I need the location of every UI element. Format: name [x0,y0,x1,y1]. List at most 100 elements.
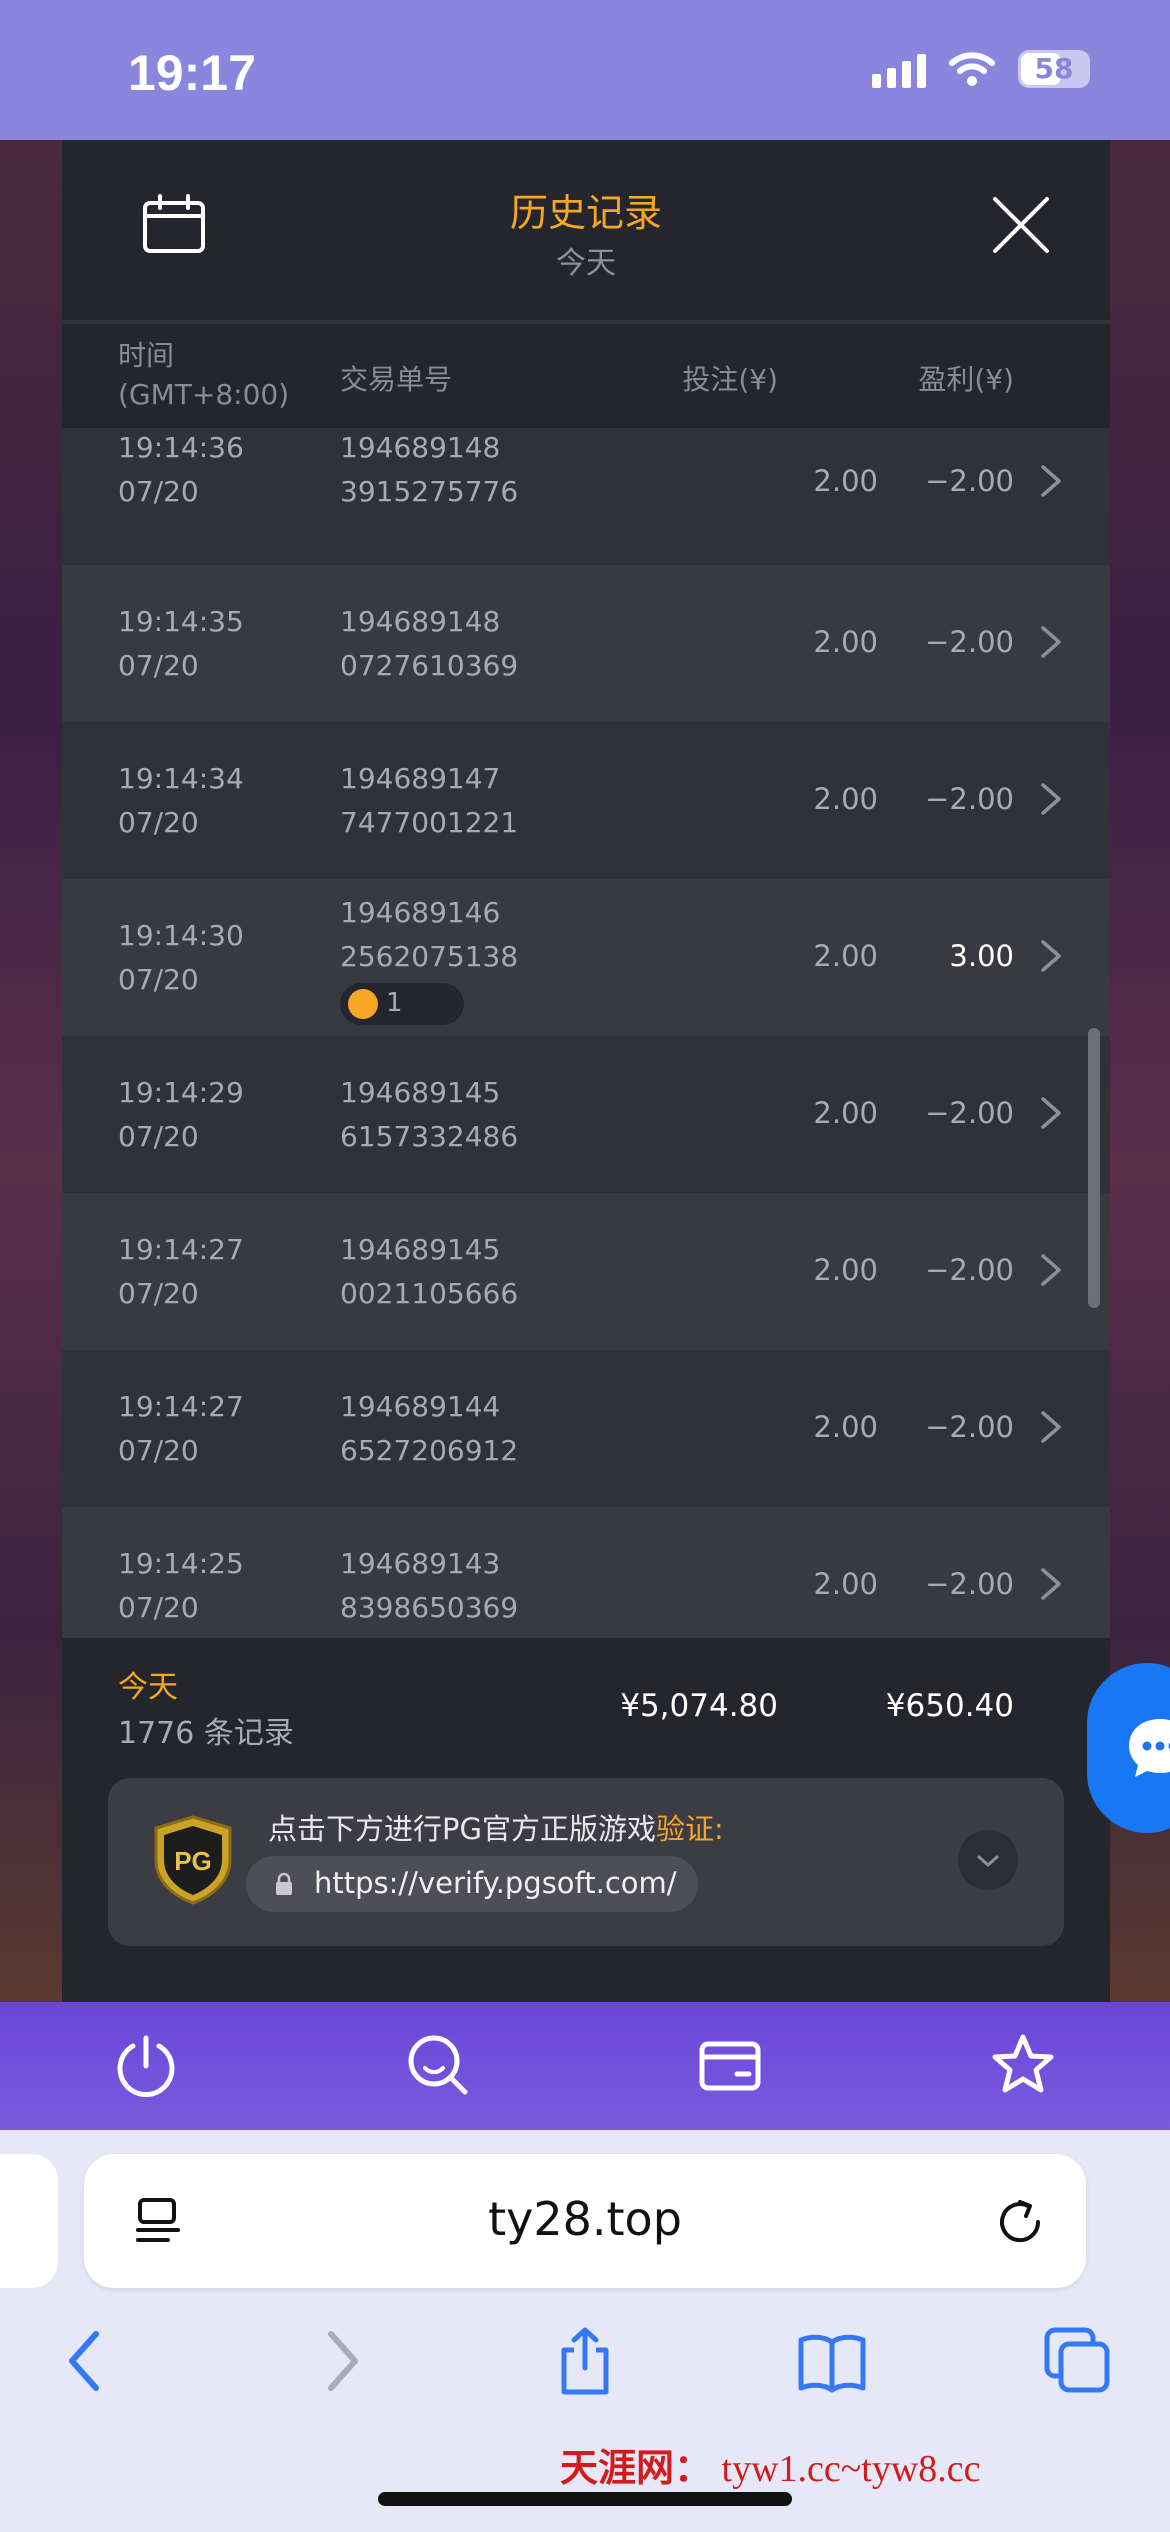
summary-footer: 今天 1776 条记录 ¥5,074.80 ¥650.40 PG 点击下方进行P… [62,1638,1110,2002]
row-time: 19:14:34 07/20 [118,762,244,839]
row-bet: 2.00 [813,1253,878,1287]
power-icon[interactable] [113,2032,179,2098]
history-panel: 历史记录 今天 时间 (GMT+8:00) 交易单号 投注(¥) 盈利(¥) 1… [62,140,1110,2002]
previous-tab-peek[interactable] [0,2154,58,2288]
wifi-icon [949,52,995,86]
row-profit: −2.00 [925,1253,1014,1287]
row-time: 19:14:27 07/20 [118,1233,244,1310]
chat-bubble-icon [1129,1719,1170,1777]
row-time: 19:14:30 07/20 [118,919,244,996]
lock-icon [276,1872,292,1895]
table-row[interactable]: 19:14:25 07/20 194689143 8398650369 2.00 −… [62,1507,1110,1638]
col-bet: 投注(¥) [682,363,778,396]
row-bet: 2.00 [813,782,878,816]
verify-link[interactable]: https://verify.pgsoft.com/ [246,1856,698,1912]
col-timezone: (GMT+8:00) [118,378,290,411]
status-bar: 19:17 58 [0,0,1170,140]
battery-level: 58 [1034,52,1074,85]
row-time: 19:14:29 07/20 [118,1076,244,1153]
row-bet: 2.00 [813,464,878,498]
chevron-right-icon [1041,1254,1061,1286]
row-profit: −2.00 [925,464,1014,498]
col-time: 时间 [118,339,175,372]
search-icon[interactable] [405,2032,471,2098]
chevron-right-icon [1041,465,1061,497]
url-text: ty28.top [488,2192,682,2246]
row-bet: 2.00 [813,1096,878,1130]
row-bet: 2.00 [813,1410,878,1444]
chevron-right-icon [1041,1097,1061,1129]
game-background-left [0,140,62,2002]
chevron-right-icon [1041,783,1061,815]
chevron-right-icon [1041,626,1061,658]
wallet-icon[interactable] [697,2032,763,2098]
panel-title: 历史记录 [509,191,662,235]
bookmarks-icon[interactable] [797,2326,867,2396]
chevron-right-icon [1041,940,1061,972]
row-transaction-id: 194689146 2562075138 [340,896,519,973]
total-profit: ¥650.40 [885,1688,1014,1724]
total-bet: ¥5,074.80 [620,1688,778,1724]
star-icon[interactable] [990,2032,1056,2098]
row-profit: −2.00 [925,625,1014,659]
forward-icon[interactable] [305,2326,375,2396]
free-spin-badge: 1 [340,983,464,1025]
close-icon[interactable] [992,196,1050,254]
row-bet: 2.00 [813,939,878,973]
row-time: 19:14:35 07/20 [118,605,244,682]
verify-banner[interactable]: PG 点击下方进行PG官方正版游戏验证: https://verify.pgso… [108,1778,1064,1946]
row-profit: −2.00 [925,1410,1014,1444]
table-row[interactable]: 19:14:27 07/20 194689144 6527206912 2.00 −… [62,1350,1110,1507]
row-transaction-id: 194689148 0727610369 [340,605,519,682]
table-row[interactable]: 19:14:34 07/20 194689147 7477001221 2.00 −… [62,722,1110,879]
reload-icon[interactable] [994,2196,1046,2248]
table-row[interactable]: 19:14:30 07/20 194689146 2562075138 1 2.00… [62,879,1110,1036]
pg-logo: PG [154,1815,232,1905]
expand-button[interactable] [958,1830,1018,1890]
chevron-right-icon [1041,1568,1061,1600]
row-profit: −2.00 [925,1096,1014,1130]
row-time: 19:14:27 07/20 [118,1390,244,1467]
battery-icon: 58 [1018,50,1090,88]
row-transaction-id: 194689147 7477001221 [340,762,519,839]
free-spin-icon [348,989,378,1019]
svg-text:PG: PG [174,1846,212,1876]
cellular-signal-icon [872,50,926,88]
row-transaction-id: 194689148 3915275776 [340,431,519,508]
row-transaction-id: 194689145 6157332486 [340,1076,519,1153]
table-row[interactable]: 19:14:27 07/20 194689145 0021105666 2.00 −… [62,1193,1110,1350]
back-icon[interactable] [52,2326,122,2396]
panel-header: 历史记录 今天 [62,140,1110,320]
address-bar[interactable]: ty28.top [84,2154,1086,2288]
record-count: 1776 条记录 [118,1716,294,1751]
list-scrollbar[interactable] [1088,1028,1100,1308]
game-toolbar [0,2002,1170,2130]
free-spin-count: 1 [386,988,403,1018]
verify-url: https://verify.pgsoft.com/ [314,1866,677,1900]
row-transaction-id: 194689144 6527206912 [340,1390,519,1467]
row-time: 19:14:36 07/20 [118,431,244,508]
watermark: 天涯网： tyw1.cc~tyw8.cc [560,2448,981,2490]
table-row[interactable]: 19:14:29 07/20 194689145 6157332486 2.00 −… [62,1036,1110,1193]
chevron-down-icon [977,1855,999,1867]
col-transaction-id: 交易单号 [340,363,453,396]
panel-subtitle[interactable]: 今天 [62,238,1110,282]
col-profit: 盈利(¥) [918,363,1014,396]
column-headers: 时间 (GMT+8:00) 交易单号 投注(¥) 盈利(¥) [62,320,1110,428]
row-profit: −2.00 [925,782,1014,816]
row-transaction-id: 194689145 0021105666 [340,1233,519,1310]
row-bet: 2.00 [813,1567,878,1601]
home-indicator[interactable] [378,2492,792,2506]
row-profit: 3.00 [949,939,1014,973]
table-row[interactable]: 19:14:36 07/20 194689148 3915275776 2.00 −… [62,428,1110,565]
share-icon[interactable] [550,2326,620,2396]
row-profit: −2.00 [925,1567,1014,1601]
row-transaction-id: 194689143 8398650369 [340,1547,519,1624]
summary-period: 今天 [118,1670,178,1705]
chat-button[interactable] [1087,1663,1170,1833]
verify-text: 点击下方进行PG官方正版游戏验证: [268,1812,724,1846]
row-bet: 2.00 [813,625,878,659]
clock: 19:17 [128,45,256,101]
table-row[interactable]: 19:14:35 07/20 194689148 0727610369 2.00 −… [62,565,1110,722]
tabs-icon[interactable] [1043,2326,1113,2396]
